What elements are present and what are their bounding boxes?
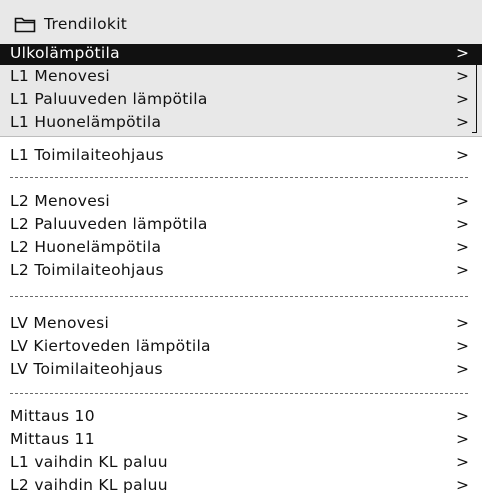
menu-item-l2-paluuveden-lampotila[interactable]: L2 Paluuveden lämpötila > (0, 215, 482, 236)
chevron-right-icon: > (456, 314, 470, 332)
chevron-right-icon: > (456, 215, 470, 233)
menu-item-label: L2 Menovesi (10, 192, 111, 210)
chevron-right-icon: > (456, 146, 470, 164)
menu-item-mittaus-10[interactable]: Mittaus 10 > (0, 407, 482, 428)
menu-item-label: L2 Toimilaiteohjaus (10, 261, 164, 279)
menu-item-l2-menovesi[interactable]: L2 Menovesi > (0, 192, 482, 213)
panel-divider (0, 136, 482, 137)
title-bar: Trendilokit (0, 12, 482, 38)
separator (10, 177, 468, 178)
window-title: Trendilokit (44, 15, 128, 33)
menu-item-label: L2 Paluuveden lämpötila (10, 215, 208, 233)
menu-item-label: L1 vaihdin KL paluu (10, 453, 168, 471)
scrollbar-thumb[interactable] (472, 44, 477, 133)
menu-item-l1-menovesi[interactable]: L1 Menovesi > (0, 67, 482, 88)
chevron-right-icon: > (456, 44, 470, 62)
menu-item-label: Mittaus 11 (10, 430, 95, 448)
menu-item-ulkolampotila[interactable]: Ulkolämpötila > (0, 44, 482, 65)
chevron-right-icon: > (456, 430, 470, 448)
chevron-right-icon: > (456, 407, 470, 425)
chevron-right-icon: > (456, 113, 470, 131)
chevron-right-icon: > (456, 453, 470, 471)
folder-icon (14, 15, 36, 33)
menu-item-label: Mittaus 10 (10, 407, 95, 425)
menu-item-lv-kiertoveden-lampotila[interactable]: LV Kiertoveden lämpötila > (0, 337, 482, 358)
menu-item-label: L2 vaihdin KL paluu (10, 476, 168, 494)
menu-item-mittaus-11[interactable]: Mittaus 11 > (0, 430, 482, 451)
menu-item-label: LV Menovesi (10, 314, 110, 332)
chevron-right-icon: > (456, 238, 470, 256)
menu-item-l1-huonelampotila[interactable]: L1 Huonelämpötila > (0, 113, 482, 134)
menu-item-l2-toimilaiteohjaus[interactable]: L2 Toimilaiteohjaus > (0, 261, 482, 282)
menu-panel: Trendilokit Ulkolämpötila > L1 Menovesi … (0, 0, 482, 136)
menu-item-l1-paluuveden-lampotila[interactable]: L1 Paluuveden lämpötila > (0, 90, 482, 111)
chevron-right-icon: > (456, 67, 470, 85)
scrollbar[interactable] (472, 44, 478, 134)
menu-item-label: L1 Toimilaiteohjaus (10, 146, 164, 164)
separator (10, 393, 468, 394)
chevron-right-icon: > (456, 90, 470, 108)
menu-item-lv-toimilaiteohjaus[interactable]: LV Toimilaiteohjaus > (0, 360, 482, 381)
menu-item-label: Ulkolämpötila (10, 44, 120, 62)
menu-item-label: L1 Huonelämpötila (10, 113, 162, 131)
menu-item-label: L1 Paluuveden lämpötila (10, 90, 208, 108)
chevron-right-icon: > (456, 360, 470, 378)
menu-item-l2-huonelampotila[interactable]: L2 Huonelämpötila > (0, 238, 482, 259)
menu-item-l2-vaihdin-kl-paluu[interactable]: L2 vaihdin KL paluu > (0, 476, 482, 497)
menu-item-label: L2 Huonelämpötila (10, 238, 162, 256)
menu-item-l1-toimilaiteohjaus[interactable]: L1 Toimilaiteohjaus > (0, 146, 482, 167)
menu-item-label: L1 Menovesi (10, 67, 111, 85)
chevron-right-icon: > (456, 192, 470, 210)
menu-item-l1-vaihdin-kl-paluu[interactable]: L1 vaihdin KL paluu > (0, 453, 482, 474)
separator (10, 296, 468, 297)
chevron-right-icon: > (456, 261, 470, 279)
menu-item-label: LV Toimilaiteohjaus (10, 360, 163, 378)
chevron-right-icon: > (456, 337, 470, 355)
chevron-right-icon: > (456, 476, 470, 494)
menu-item-lv-menovesi[interactable]: LV Menovesi > (0, 314, 482, 335)
menu-item-label: LV Kiertoveden lämpötila (10, 337, 211, 355)
